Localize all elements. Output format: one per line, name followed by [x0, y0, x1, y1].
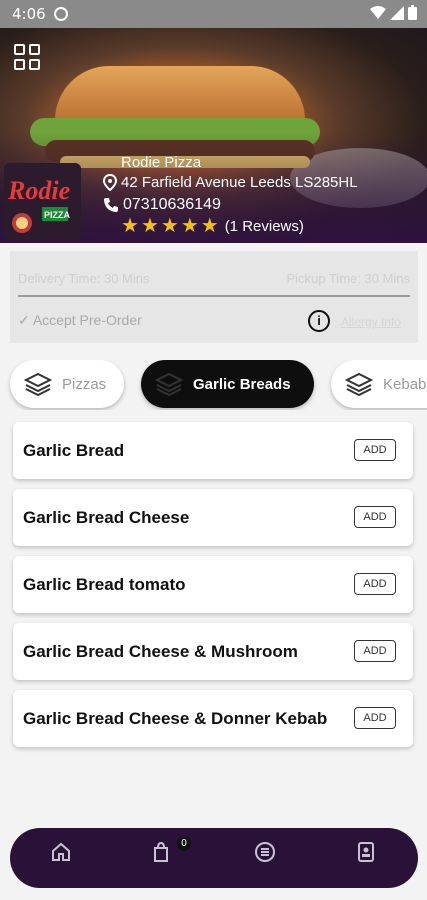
- status-icons: [370, 5, 417, 20]
- menu-item[interactable]: Garlic Bread Cheese ADD: [13, 489, 413, 546]
- restaurant-logo: Rodie PIZZA: [4, 163, 81, 240]
- settings-dot-icon: [53, 7, 68, 21]
- rating-row: ★ ★ ★ ★ ★ (1 Reviews): [121, 216, 304, 236]
- tab-kebabs[interactable]: Kebabs: [331, 360, 427, 408]
- reviews-count[interactable]: (1 Reviews): [225, 218, 304, 235]
- tab-pizzas[interactable]: Pizzas: [10, 360, 124, 408]
- cart-icon[interactable]: [150, 841, 172, 863]
- signal-icon: [390, 5, 404, 20]
- star-icon: ★: [180, 215, 199, 237]
- add-button[interactable]: ADD: [354, 506, 396, 528]
- star-icon: ★: [140, 215, 159, 237]
- add-button[interactable]: ADD: [354, 707, 396, 729]
- profile-icon[interactable]: [355, 841, 377, 863]
- pickup-time: Pickup Time: 30 Mins: [286, 271, 410, 286]
- divider: [18, 295, 410, 297]
- tab-garlic-breads[interactable]: Garlic Breads: [141, 360, 314, 408]
- menu-item[interactable]: Garlic Bread ADD: [13, 422, 413, 479]
- layers-icon: [24, 372, 52, 396]
- status-time: 4:06: [12, 5, 46, 23]
- tab-label: Kebabs: [383, 375, 427, 393]
- menu-item-name: Garlic Bread: [23, 441, 125, 460]
- tab-label: Pizzas: [62, 375, 107, 393]
- address-row: 42 Farfield Avenue Leeds LS285HL: [103, 174, 358, 191]
- tab-label: Garlic Breads: [193, 375, 291, 393]
- phone-text: 07310636149: [123, 196, 221, 213]
- menu-item-name: Garlic Bread tomato: [23, 575, 186, 594]
- grid-cell: [29, 59, 40, 70]
- grid-cell: [14, 59, 25, 70]
- wifi-icon: [370, 5, 386, 19]
- status-bar: 4:06: [0, 0, 427, 28]
- grid-cell: [29, 44, 40, 55]
- layers-icon: [155, 372, 183, 396]
- menu-item[interactable]: Garlic Bread Cheese & Donner Kebab ADD: [13, 690, 413, 747]
- layers-icon: [345, 372, 373, 396]
- grid-menu-button[interactable]: [14, 44, 40, 70]
- add-button[interactable]: ADD: [354, 439, 396, 461]
- add-button[interactable]: ADD: [354, 640, 396, 662]
- menu-item-name: Garlic Bread Cheese & Mushroom: [23, 642, 298, 661]
- info-icon[interactable]: i: [308, 310, 330, 332]
- location-pin-icon: [103, 174, 117, 191]
- allergy-info-link[interactable]: Allergy Info: [341, 315, 401, 329]
- menu-item-name: Garlic Bread Cheese & Donner Kebab: [23, 709, 328, 728]
- category-tabs: Pizzas Garlic Breads Kebabs: [0, 360, 427, 410]
- add-button[interactable]: ADD: [354, 573, 396, 595]
- star-icon: ★: [121, 215, 139, 237]
- menu-item[interactable]: Garlic Bread Cheese & Mushroom ADD: [13, 623, 413, 680]
- bottom-nav: 0: [10, 828, 418, 888]
- hero-banner: Rodie PIZZA Rodie Pizza 42 Farfield Aven…: [0, 28, 427, 243]
- phone-row[interactable]: 07310636149: [103, 196, 221, 214]
- menu-item[interactable]: Garlic Bread tomato ADD: [13, 556, 413, 613]
- cart-badge: 0: [177, 837, 191, 851]
- restaurant-name: Rodie Pizza: [121, 154, 202, 171]
- star-icon: ★: [200, 215, 219, 237]
- battery-icon: [408, 5, 417, 20]
- svg-text:Rodie: Rodie: [7, 176, 70, 205]
- time-row: Delivery Time: 30 Mins Pickup Time: 30 M…: [18, 271, 410, 286]
- star-icon: ★: [160, 215, 179, 237]
- info-card: Delivery Time: 30 Mins Pickup Time: 30 M…: [10, 251, 418, 343]
- menu-item-name: Garlic Bread Cheese: [23, 508, 190, 527]
- delivery-time: Delivery Time: 30 Mins: [18, 271, 150, 286]
- menu-icon[interactable]: [254, 841, 276, 863]
- phone-icon: [104, 198, 118, 212]
- home-icon[interactable]: [50, 841, 72, 863]
- grid-cell: [14, 44, 25, 55]
- svg-text:PIZZA: PIZZA: [44, 210, 70, 220]
- preorder-label: ✓ Accept Pre-Order: [18, 312, 142, 328]
- address-text: 42 Farfield Avenue Leeds LS285HL: [121, 174, 358, 191]
